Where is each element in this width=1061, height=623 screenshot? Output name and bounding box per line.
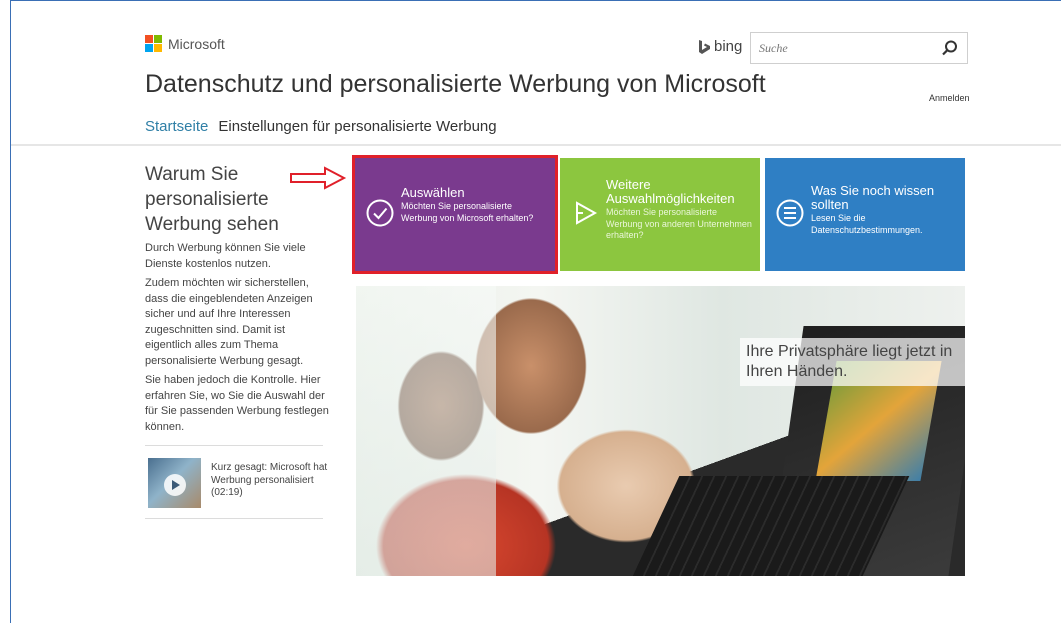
frame-border-top bbox=[10, 0, 1061, 1]
tile-title: Was Sie noch wissen sollten bbox=[811, 183, 935, 212]
nav-divider bbox=[11, 144, 1061, 146]
tile-title: Auswählen bbox=[401, 185, 465, 200]
nav-item-home[interactable]: Startseite bbox=[145, 118, 208, 135]
search-icon[interactable] bbox=[941, 39, 959, 57]
check-circle-icon bbox=[366, 199, 394, 227]
hero-caption: Ihre Privatsphäre liegt jetzt in Ihren H… bbox=[740, 338, 965, 386]
tile-subtitle: Lesen Sie die Datenschutzbestimmungen. bbox=[811, 213, 923, 235]
signin-link[interactable]: Anmelden bbox=[929, 93, 970, 103]
microsoft-logo[interactable]: Microsoft bbox=[145, 35, 225, 52]
tile-more-info[interactable]: Was Sie noch wissen sollten Lesen Sie di… bbox=[765, 158, 965, 271]
sidebar-paragraph: Durch Werbung können Sie viele Dienste k… bbox=[145, 242, 306, 270]
bing-icon bbox=[699, 39, 710, 54]
video-thumbnail[interactable] bbox=[148, 458, 201, 508]
sidebar-paragraph: Sie haben jedoch die Kontrolle. Hier erf… bbox=[145, 374, 329, 433]
search-box bbox=[750, 32, 968, 64]
tile-subtitle: Möchten Sie personalisierte Werbung von … bbox=[606, 207, 752, 240]
hero-keyboard bbox=[632, 476, 910, 576]
list-circle-icon bbox=[776, 199, 804, 227]
brand-name: Microsoft bbox=[168, 35, 225, 52]
page-title: Datenschutz und personalisierte Werbung … bbox=[145, 70, 766, 98]
sidebar-paragraph: Zudem möchten wir sicherstellen, dass di… bbox=[145, 277, 313, 367]
play-icon bbox=[164, 474, 186, 496]
tile-subtitle: Möchten Sie personalisierte Werbung von … bbox=[401, 201, 534, 223]
main-nav: Startseite Einstellungen für personalisi… bbox=[145, 118, 497, 135]
hero-image: Ihre Privatsphäre liegt jetzt in Ihren H… bbox=[356, 286, 965, 576]
tile-title: Weitere Auswahlmöglichkeiten bbox=[606, 177, 735, 206]
play-arrow-icon bbox=[576, 201, 598, 225]
sidebar-divider bbox=[145, 518, 323, 519]
search-input[interactable] bbox=[751, 33, 931, 63]
red-arrow-annotation bbox=[290, 166, 347, 190]
bing-label: bing bbox=[714, 38, 743, 55]
bing-logo[interactable]: bing bbox=[697, 38, 742, 55]
video-link[interactable]: Kurz gesagt: Microsoft hat Werbung perso… bbox=[145, 446, 330, 518]
tile-more-choices[interactable]: Weitere Auswahlmöglichkeiten Möchten Sie… bbox=[560, 158, 760, 271]
video-label[interactable]: Kurz gesagt: Microsoft hat Werbung perso… bbox=[211, 458, 330, 508]
tile-choose[interactable]: Auswählen Möchten Sie personalisierte We… bbox=[352, 155, 558, 274]
sidebar: Warum Sie personalisierte Werbung sehen … bbox=[145, 162, 330, 519]
frame-border-left bbox=[10, 0, 11, 623]
microsoft-logo-icon bbox=[145, 35, 162, 52]
hero-window-light bbox=[356, 286, 496, 576]
nav-item-ad-settings[interactable]: Einstellungen für personalisierte Werbun… bbox=[218, 118, 496, 135]
